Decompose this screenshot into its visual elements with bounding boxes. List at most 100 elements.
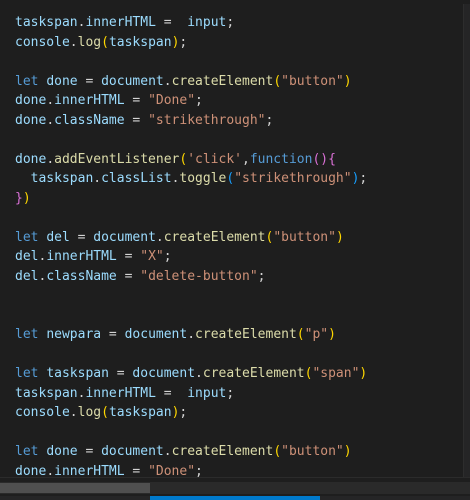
- code-line[interactable]: del.className = "delete-button";: [15, 267, 470, 287]
- code-token: .: [46, 112, 55, 128]
- code-token: .: [163, 73, 172, 89]
- code-token: function: [249, 151, 313, 167]
- horizontal-scrollbar[interactable]: [0, 482, 470, 494]
- code-token: console: [15, 34, 70, 50]
- vertical-scrollbar[interactable]: [464, 0, 470, 478]
- code-token: .: [69, 405, 78, 420]
- code-token: done: [15, 93, 47, 108]
- code-token: innerHTML: [85, 15, 156, 30]
- code-token: .: [46, 151, 55, 167]
- code-token: innerHTML: [46, 249, 117, 264]
- code-token: taskspan: [15, 385, 78, 401]
- code-token: =: [116, 268, 141, 284]
- code-token: done: [15, 112, 47, 128]
- code-token: let: [15, 229, 39, 245]
- code-line[interactable]: [15, 345, 470, 365]
- code-token: log: [77, 34, 102, 50]
- code-token: document: [101, 73, 164, 89]
- code-token: =: [124, 93, 149, 108]
- code-token: ;: [265, 112, 274, 128]
- code-token: "button": [273, 229, 336, 245]
- code-token: createElement: [163, 229, 266, 245]
- code-line[interactable]: taskspan.innerHTML = input;: [15, 384, 470, 404]
- code-token: "Done": [148, 93, 196, 108]
- code-token: let: [15, 327, 39, 342]
- code-token: classList: [101, 171, 172, 186]
- editor-bottom-bar: [0, 477, 470, 500]
- code-token: let: [15, 366, 39, 381]
- code-token: ): [22, 190, 31, 206]
- code-token: ;: [179, 405, 188, 420]
- code-line[interactable]: let done = document.createElement("butto…: [15, 442, 470, 462]
- code-token: ): [328, 327, 336, 342]
- code-token: =: [108, 366, 133, 381]
- code-token: console: [15, 405, 70, 420]
- code-token: taskspan: [108, 34, 172, 50]
- code-line[interactable]: [15, 130, 470, 150]
- code-token: (): [312, 151, 329, 167]
- code-token: let: [15, 444, 39, 459]
- code-editor[interactable]: taskspan.innerHTML = input; console.log(t…: [0, 0, 470, 500]
- code-token: .: [195, 366, 203, 381]
- code-token: "button": [281, 444, 344, 459]
- code-token: "strikethrough": [234, 171, 352, 186]
- code-line[interactable]: [15, 208, 470, 228]
- code-token: input: [187, 385, 227, 401]
- code-token: createElement: [171, 73, 274, 89]
- code-token: ,: [242, 151, 250, 167]
- code-line[interactable]: del.innerHTML = "X";: [15, 247, 470, 267]
- code-token: .: [187, 327, 196, 342]
- code-token: =: [69, 229, 94, 245]
- code-token: }: [15, 190, 23, 206]
- code-line[interactable]: }): [15, 189, 470, 209]
- code-token: innerHTML: [54, 93, 125, 108]
- code-token: ;: [163, 249, 172, 264]
- code-token: taskspan: [15, 15, 78, 30]
- code-token: ): [359, 366, 368, 381]
- code-token: "delete-button": [140, 268, 258, 284]
- code-line[interactable]: console.log(taskspan);: [15, 403, 470, 423]
- code-token: .: [46, 93, 55, 108]
- code-line[interactable]: console.log(taskspan);: [15, 33, 470, 53]
- code-line[interactable]: done.className = "strikethrough";: [15, 111, 470, 131]
- code-line[interactable]: [15, 306, 470, 326]
- code-token: =: [77, 73, 102, 89]
- code-token: document: [132, 366, 196, 381]
- code-line[interactable]: done.addEventListener('click',function()…: [15, 150, 470, 170]
- code-token: (: [273, 444, 282, 459]
- code-token: taskspan: [108, 405, 172, 420]
- code-token: "button": [281, 73, 344, 89]
- code-token: "p": [304, 327, 329, 342]
- code-token: done: [46, 444, 78, 459]
- code-token: ): [343, 444, 352, 459]
- code-token: =: [124, 112, 149, 128]
- code-token: document: [93, 229, 156, 245]
- code-token: done: [15, 151, 47, 167]
- code-line[interactable]: let done = document.createElement("butto…: [15, 72, 470, 92]
- code-token: (: [101, 34, 109, 50]
- code-token: "strikethrough": [148, 112, 266, 128]
- code-token: document: [124, 327, 188, 342]
- code-token: "span": [312, 366, 360, 381]
- code-token: del: [46, 229, 70, 245]
- code-token: .: [155, 229, 164, 245]
- horizontal-scrollbar-thumb[interactable]: [0, 483, 150, 493]
- code-token: del: [15, 249, 39, 264]
- code-area[interactable]: taskspan.innerHTML = input; console.log(t…: [15, 13, 470, 500]
- code-line[interactable]: [15, 286, 470, 306]
- code-token: ;: [359, 171, 368, 186]
- code-token: (: [101, 405, 109, 420]
- code-line[interactable]: taskspan.innerHTML = input;: [15, 13, 470, 33]
- code-line[interactable]: done.innerHTML = "Done";: [15, 91, 470, 111]
- code-line[interactable]: let newpara = document.createElement("p"…: [15, 325, 470, 345]
- code-line[interactable]: taskspan.classList.toggle("strikethrough…: [15, 169, 470, 189]
- code-line[interactable]: let del = document.createElement("button…: [15, 228, 470, 248]
- code-token: =: [155, 15, 188, 30]
- code-token: =: [155, 385, 188, 401]
- code-line[interactable]: let taskspan = document.createElement("s…: [15, 364, 470, 384]
- code-token: input: [187, 15, 227, 30]
- code-token: del: [15, 268, 39, 284]
- code-line[interactable]: [15, 423, 470, 443]
- code-line[interactable]: [15, 52, 470, 72]
